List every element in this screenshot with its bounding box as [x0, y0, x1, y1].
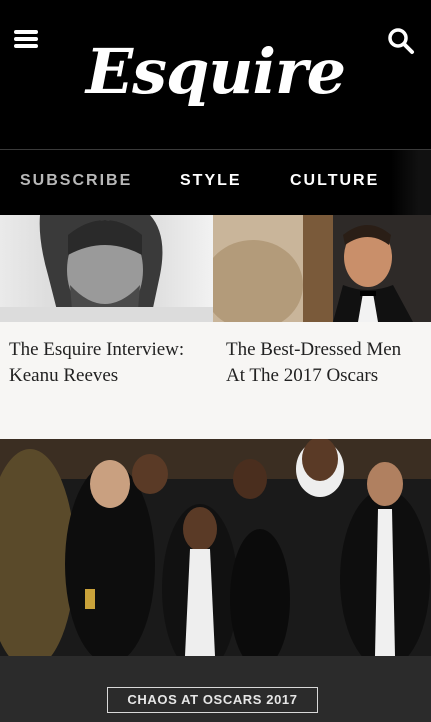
hero-caption-bar: CHAOS AT OSCARS 2017 — [0, 656, 431, 722]
site-header: Esquire — [0, 0, 431, 149]
article-card-oscars-best-dressed[interactable]: The Best-Dressed Men At The 2017 Oscars — [213, 215, 431, 439]
article-title[interactable]: The Best-Dressed Men At The 2017 Oscars — [226, 337, 421, 389]
nav-style[interactable]: STYLE — [180, 172, 242, 190]
section-nav: SUBSCRIBE STYLE CULTURE — [0, 149, 431, 216]
hero-tag-label[interactable]: CHAOS AT OSCARS 2017 — [107, 687, 318, 713]
search-icon[interactable] — [386, 26, 416, 56]
hero-article[interactable] — [0, 439, 431, 656]
article-title[interactable]: The Esquire Interview: Keanu Reeves — [9, 337, 204, 389]
article-card-keanu[interactable]: The Esquire Interview: Keanu Reeves — [0, 215, 213, 439]
nav-culture[interactable]: CULTURE — [290, 172, 379, 190]
best-dressed-photo — [213, 215, 431, 322]
article-cards: The Esquire Interview: Keanu Reeves The … — [0, 215, 431, 439]
nav-subscribe[interactable]: SUBSCRIBE — [20, 172, 132, 190]
esquire-logo[interactable]: Esquire — [0, 36, 431, 108]
keanu-reeves-photo — [0, 215, 213, 322]
nav-scroll-fade — [391, 150, 431, 216]
oscars-stage-photo — [0, 439, 431, 656]
